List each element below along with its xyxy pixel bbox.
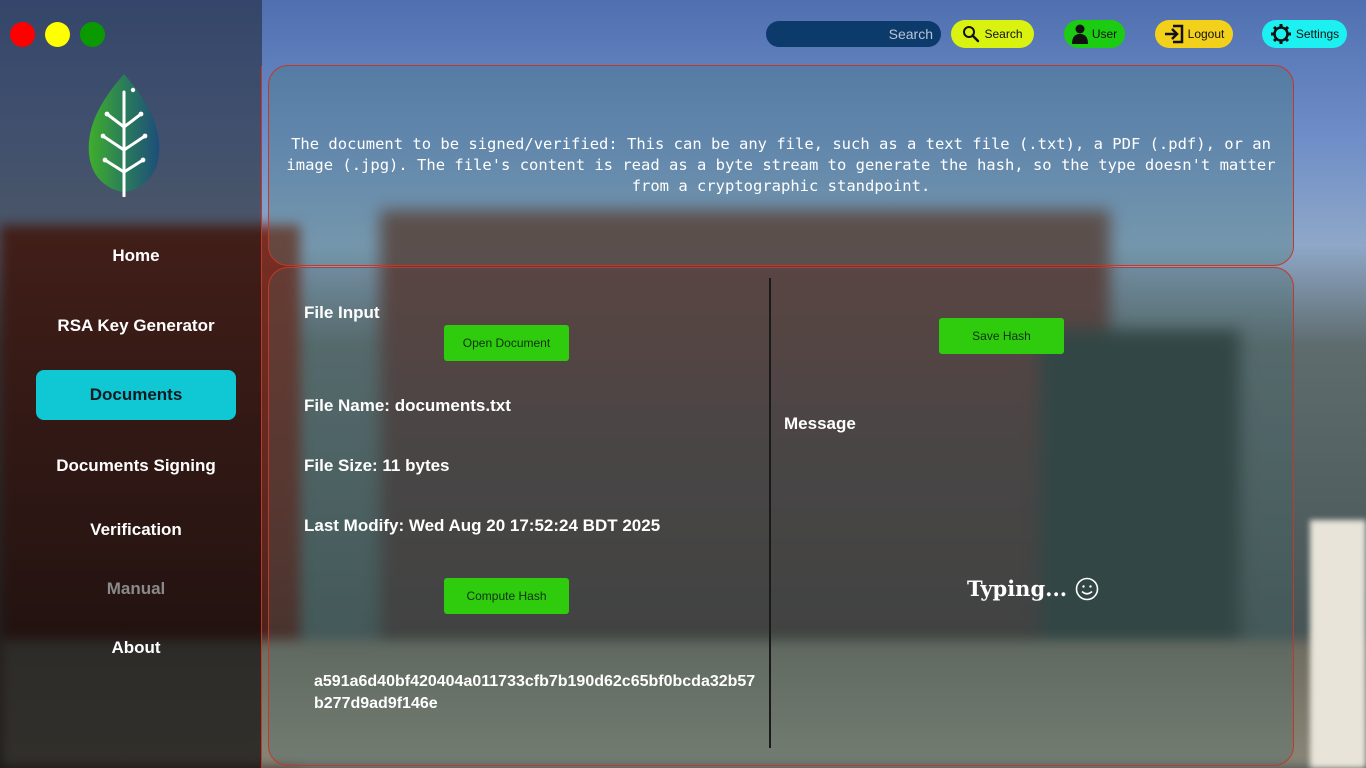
logout-button-label: Logout xyxy=(1187,27,1225,41)
info-description: The document to be signed/verified: This… xyxy=(286,135,1276,195)
window-controls xyxy=(10,22,105,47)
settings-button-label: Settings xyxy=(1295,27,1340,41)
minimize-window-button[interactable] xyxy=(45,22,70,47)
gear-icon xyxy=(1270,24,1291,44)
sidebar-item-documents-signing[interactable]: Documents Signing xyxy=(36,441,236,491)
user-button[interactable]: User xyxy=(1064,20,1125,48)
maximize-window-button[interactable] xyxy=(80,22,105,47)
sidebar-item-manual[interactable]: Manual xyxy=(36,564,236,614)
typing-text: Typing... xyxy=(967,576,1068,601)
sidebar-item-rsa-key-generator[interactable]: RSA Key Generator xyxy=(36,301,236,351)
open-document-button[interactable]: Open Document xyxy=(444,325,569,361)
smiley-icon xyxy=(1075,577,1099,600)
save-hash-button[interactable]: Save Hash xyxy=(939,318,1064,354)
search-icon xyxy=(963,26,980,43)
logout-icon xyxy=(1164,24,1183,44)
sidebar-item-about[interactable]: About xyxy=(36,623,236,673)
file-name-text: File Name: documents.txt xyxy=(304,396,511,415)
search-button-label: Search xyxy=(984,27,1023,41)
search-button[interactable]: Search xyxy=(951,20,1034,48)
last-modified-text: Last Modify: Wed Aug 20 17:52:24 BDT 202… xyxy=(304,516,661,535)
user-icon xyxy=(1071,24,1088,44)
close-window-button[interactable] xyxy=(10,22,35,47)
file-size-text: File Size: 11 bytes xyxy=(304,456,450,475)
logout-button[interactable]: Logout xyxy=(1155,20,1233,48)
info-panel: The document to be signed/verified: This… xyxy=(268,65,1294,266)
sidebar-item-verification[interactable]: Verification xyxy=(36,505,236,555)
compute-hash-button[interactable]: Compute Hash xyxy=(444,578,569,614)
document-panel: File Input Open Document File Name: docu… xyxy=(268,267,1294,766)
panel-split-divider xyxy=(769,278,771,748)
sidebar: Home RSA Key Generator Documents Documen… xyxy=(0,60,262,768)
search-input[interactable] xyxy=(766,21,941,47)
sidebar-item-documents[interactable]: Documents xyxy=(36,370,236,420)
file-input-label: File Input xyxy=(304,303,380,322)
settings-button[interactable]: Settings xyxy=(1262,20,1347,48)
hash-output: a591a6d40bf420404a011733cfb7b190d62c65bf… xyxy=(314,673,756,712)
sidebar-item-home[interactable]: Home xyxy=(36,231,236,281)
message-label: Message xyxy=(784,414,856,433)
sidebar-divider xyxy=(261,66,262,768)
typing-status: Typing... xyxy=(967,576,1099,601)
user-button-label: User xyxy=(1091,27,1118,41)
leaf-logo xyxy=(88,74,160,197)
